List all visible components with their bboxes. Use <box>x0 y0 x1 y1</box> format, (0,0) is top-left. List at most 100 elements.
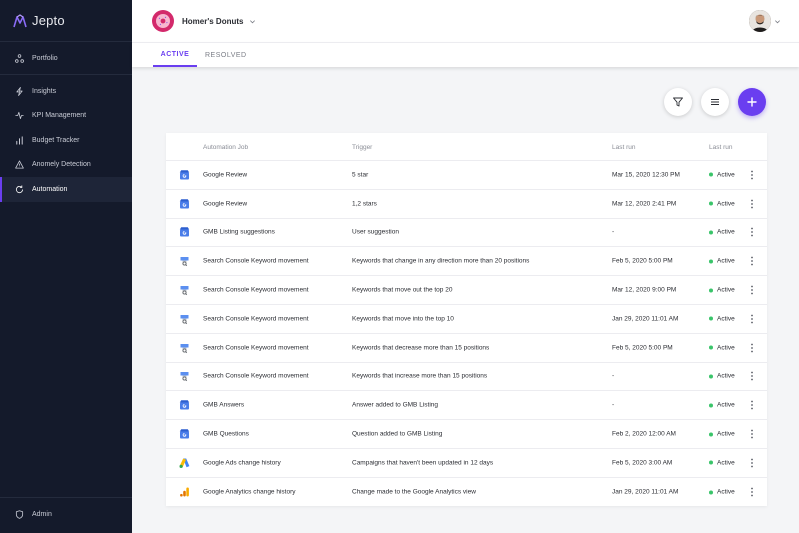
status-label: Active <box>717 488 735 496</box>
status-badge: Active <box>709 171 735 178</box>
more-vertical-icon[interactable] <box>748 429 756 439</box>
sidebar: Jepto Portfolio Insights KPI Management … <box>0 0 132 533</box>
logo-text: Jepto <box>32 13 65 28</box>
status-dot <box>709 460 713 465</box>
more-vertical-icon[interactable] <box>748 170 756 180</box>
more-vertical-icon[interactable] <box>748 343 756 353</box>
automation-job: Search Console Keyword movement <box>203 286 309 294</box>
sidebar-nav: Insights KPI Management Budget Tracker A… <box>0 79 132 202</box>
table-row[interactable]: Search Console Keyword movement Keywords … <box>166 276 767 305</box>
sidebar-item-admin[interactable]: Admin <box>0 502 132 527</box>
sidebar-divider <box>0 497 132 498</box>
search-console-icon <box>179 285 190 296</box>
header-automation-job[interactable]: Automation Job <box>203 144 248 151</box>
trigger-description: User suggestion <box>352 228 399 236</box>
status-dot <box>709 432 713 437</box>
shield-icon <box>15 510 24 519</box>
trigger-description: 1,2 stars <box>352 200 377 208</box>
automation-job: Google Review <box>203 200 248 208</box>
table-row[interactable]: Google Review 1,2 stars Mar 12, 2020 2:41 … <box>166 190 767 219</box>
more-vertical-icon[interactable] <box>748 371 756 381</box>
more-vertical-icon[interactable] <box>748 400 756 410</box>
status-label: Active <box>717 315 735 323</box>
automation-job: Search Console Keyword movement <box>203 372 309 380</box>
more-vertical-icon[interactable] <box>748 458 756 468</box>
more-vertical-icon[interactable] <box>748 487 756 497</box>
gmb-icon <box>179 198 190 209</box>
last-run-time: Jan 29, 2020 11:01 AM <box>612 315 679 323</box>
status-label: Active <box>717 257 735 265</box>
table-row[interactable]: GMB Listing suggestions User suggestion - A… <box>166 219 767 248</box>
tab-active[interactable]: ACTIVE <box>153 43 197 67</box>
plus-icon <box>747 97 757 107</box>
header-status[interactable]: Last run <box>709 144 733 151</box>
table-row[interactable]: GMB Answers Answer added to GMB Listing - A… <box>166 391 767 421</box>
tab-resolved[interactable]: RESOLVED <box>205 43 247 67</box>
last-run-time: Mar 15, 2020 12:30 PM <box>612 171 680 179</box>
table-row[interactable]: Google Analytics change history Change ma… <box>166 478 767 507</box>
sidebar-item-portfolio[interactable]: Portfolio <box>0 46 132 71</box>
chevron-down-icon[interactable] <box>774 18 781 25</box>
table-row[interactable]: GMB Questions Question added to GMB Listi… <box>166 420 767 449</box>
status-badge: Active <box>709 344 735 351</box>
automation-job: Search Console Keyword movement <box>203 257 309 265</box>
header-trigger[interactable]: Trigger <box>352 144 372 151</box>
portfolio-icon <box>15 53 24 63</box>
bolt-icon <box>16 86 23 96</box>
trigger-description: Keywords that change in any direction mo… <box>352 257 530 265</box>
search-console-icon <box>179 256 190 267</box>
add-automation-button[interactable] <box>738 88 766 116</box>
table-row[interactable]: Search Console Keyword movement Keywords … <box>166 247 767 277</box>
last-run-time: Mar 12, 2020 9:00 PM <box>612 286 677 294</box>
automation-job: Google Review <box>203 171 248 179</box>
more-vertical-icon[interactable] <box>748 227 756 237</box>
table-row[interactable]: Google Review 5 star Mar 15, 2020 12:30 PM… <box>166 161 767 190</box>
trigger-description: Campaigns that haven't been updated in 1… <box>352 459 494 467</box>
sidebar-item-label: Anomely Detection <box>32 161 91 169</box>
status-dot <box>709 230 713 235</box>
logo[interactable]: Jepto <box>0 0 132 42</box>
automation-job: GMB Questions <box>203 430 249 438</box>
chevron-down-icon[interactable] <box>249 18 256 25</box>
more-vertical-icon[interactable] <box>748 199 756 209</box>
last-run-time: Mar 12, 2020 2:41 PM <box>612 200 677 208</box>
search-console-icon <box>179 313 190 324</box>
trigger-description: Change made to the Google Analytics view <box>352 488 476 496</box>
more-vertical-icon[interactable] <box>748 256 756 266</box>
user-avatar[interactable] <box>749 10 771 32</box>
top-bar: Homer's Donuts <box>132 0 799 42</box>
status-label: Active <box>717 401 735 409</box>
sidebar-item-anomaly-detection[interactable]: Anomely Detection <box>0 153 132 178</box>
account-name[interactable]: Homer's Donuts <box>182 17 243 26</box>
automation-job: Google Analytics change history <box>203 488 296 496</box>
more-vertical-icon[interactable] <box>748 285 756 295</box>
status-dot <box>709 374 713 379</box>
table-row[interactable]: Search Console Keyword movement Keywords … <box>166 363 767 392</box>
table-row[interactable]: Search Console Keyword movement Keywords … <box>166 334 767 363</box>
search-console-icon <box>179 342 190 353</box>
gmb-icon <box>179 227 190 238</box>
sidebar-item-automation[interactable]: Automation <box>0 177 132 202</box>
list-icon <box>711 99 719 105</box>
sidebar-item-kpi-management[interactable]: KPI Management <box>0 104 132 129</box>
gmb-icon <box>179 429 190 440</box>
status-label: Active <box>717 200 735 208</box>
status-badge: Active <box>709 431 735 438</box>
more-vertical-icon[interactable] <box>748 314 756 324</box>
last-run-time: - <box>612 372 615 380</box>
table-row[interactable]: Google Ads change history Campaigns that … <box>166 449 767 478</box>
sidebar-item-label: Automation <box>32 185 68 193</box>
automation-job: GMB Answers <box>203 401 245 409</box>
account-avatar[interactable] <box>152 10 174 32</box>
sidebar-item-budget-tracker[interactable]: Budget Tracker <box>0 128 132 153</box>
last-run-time: - <box>612 228 615 236</box>
jepto-logo-icon <box>13 13 27 27</box>
sidebar-item-insights[interactable]: Insights <box>0 79 132 104</box>
list-view-button[interactable] <box>701 88 729 116</box>
bar-chart-icon <box>16 136 23 145</box>
filter-button[interactable] <box>664 88 692 116</box>
gmb-icon <box>179 169 190 180</box>
last-run-time: Feb 5, 2020 3:00 AM <box>612 459 673 467</box>
table-row[interactable]: Search Console Keyword movement Keywords … <box>166 305 767 334</box>
header-last-run[interactable]: Last run <box>612 144 636 151</box>
